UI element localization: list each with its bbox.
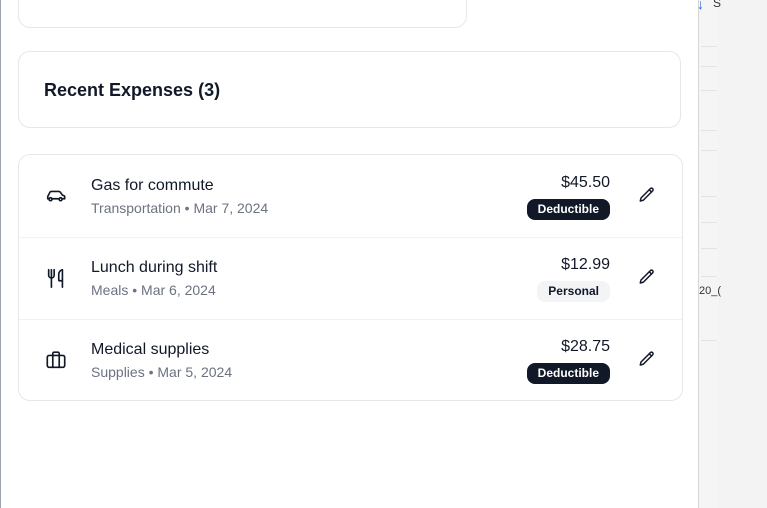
expense-amount: $45.50 <box>561 174 610 191</box>
bg-cell <box>701 222 717 249</box>
expense-name: Medical supplies <box>91 341 210 358</box>
background-window-strip <box>698 0 720 508</box>
expense-amount: $28.75 <box>561 338 610 355</box>
expense-row[interactable]: Lunch during shift Meals • Mar 6, 2024 $… <box>19 237 682 319</box>
expense-amount: $12.99 <box>561 256 610 273</box>
previous-card <box>18 0 467 28</box>
expense-row[interactable]: Gas for commute Transportation • Mar 7, … <box>19 155 682 237</box>
expense-date: Mar 5, 2024 <box>157 364 233 380</box>
bg-cell <box>701 90 717 131</box>
expense-category: Meals <box>91 282 129 298</box>
expense-meta: Transportation • Mar 7, 2024 <box>91 200 268 216</box>
status-badge: Deductible <box>526 199 610 220</box>
recent-expenses-header-card: Recent Expenses (3) <box>18 51 681 128</box>
expense-category: Supplies <box>91 364 145 380</box>
row-divider <box>19 237 682 238</box>
bg-cell <box>701 196 717 223</box>
bg-cell <box>701 66 717 91</box>
bg-cell <box>701 130 717 151</box>
expense-row[interactable]: Medical supplies Supplies • Mar 5, 2024 … <box>19 319 682 400</box>
edit-button[interactable] <box>636 184 658 206</box>
meta-separator: • <box>148 364 154 380</box>
bg-cell <box>701 318 717 341</box>
expense-date: Mar 7, 2024 <box>193 200 269 216</box>
status-badge: Personal <box>537 281 610 302</box>
background-desktop <box>719 0 767 508</box>
bg-cell <box>701 46 717 67</box>
meta-separator: • <box>184 200 190 216</box>
bg-cell <box>701 248 717 277</box>
expense-category: Transportation <box>91 200 181 216</box>
expense-name: Gas for commute <box>91 177 214 194</box>
edit-button[interactable] <box>636 348 658 370</box>
pencil-icon <box>639 187 654 202</box>
row-divider <box>19 319 682 320</box>
utensils-icon <box>47 268 64 288</box>
expense-meta: Meals • Mar 6, 2024 <box>91 282 216 298</box>
bg-cell <box>701 26 717 47</box>
background-text-fragment: S <box>713 0 722 10</box>
expense-name: Lunch during shift <box>91 259 218 276</box>
expense-date: Mar 6, 2024 <box>141 282 216 298</box>
pencil-icon <box>639 269 654 284</box>
status-badge: Deductible <box>526 363 610 384</box>
expense-list: Gas for commute Transportation • Mar 7, … <box>18 154 683 401</box>
background-text-fragment: 20_( <box>699 285 722 297</box>
section-title: Recent Expenses (3) <box>44 80 221 100</box>
pencil-icon <box>639 351 654 366</box>
arrow-down-icon: ↓ <box>697 0 704 12</box>
briefcase-icon <box>46 351 66 369</box>
window-edge <box>0 0 1 508</box>
car-icon <box>46 190 66 202</box>
meta-separator: • <box>132 282 138 298</box>
bg-cell <box>701 150 717 197</box>
expense-meta: Supplies • Mar 5, 2024 <box>91 364 232 380</box>
edit-button[interactable] <box>636 266 658 288</box>
